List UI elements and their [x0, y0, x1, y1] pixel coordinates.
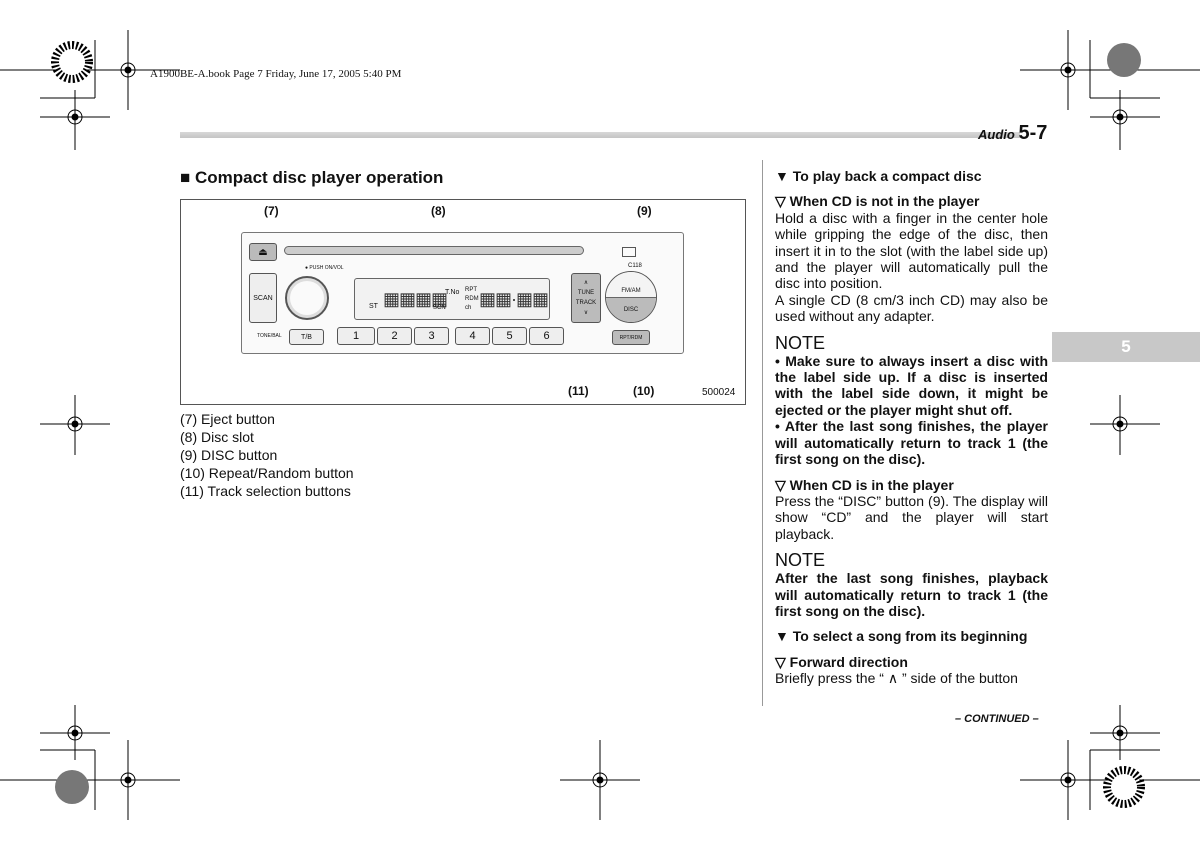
paragraph-forward: Briefly press the “ ∧ ” side of the butt… [775, 670, 1018, 687]
preset-3-button: 3 [414, 327, 449, 345]
callout-8: (8) [431, 204, 446, 218]
preset-1-button: 1 [337, 327, 375, 345]
display-rdm: RDM [465, 296, 479, 302]
heading-not-in-player: ▽ When CD is not in the player [775, 193, 980, 210]
heading-in-player: ▽ When CD is in the player [775, 476, 954, 493]
section-heading: ■ Compact disc player operation [180, 168, 444, 187]
eject-button: ⏏ [249, 243, 277, 261]
page-number: 5-7 [1018, 122, 1048, 144]
disc-button: DISC [606, 297, 656, 322]
radio-unit: ⏏ C118 ● PUSH ON/VOL SCAN ST ▦▦▦▦ T.No S… [241, 232, 684, 354]
display-ch: ch [465, 305, 472, 311]
model-label: C118 [628, 263, 642, 269]
right-column: ▼ To play back a compact disc ▽ When CD … [775, 168, 1048, 687]
display-st: ST [369, 303, 378, 310]
column-divider [762, 160, 763, 706]
down-chevron-icon: ∨ [583, 310, 589, 316]
figure-captions: (7) Eject button (8) Disc slot (9) DISC … [180, 410, 354, 500]
preset-2-button: 2 [377, 327, 412, 345]
fmam-label: FM/AM [606, 272, 656, 297]
volume-knob [285, 276, 329, 320]
heading-forward: ▽ Forward direction [775, 653, 908, 670]
rpt-rdm-button: RPT/RDM [612, 330, 650, 345]
preset-6-button: 6 [529, 327, 564, 345]
display-scn: SCN [433, 305, 446, 311]
note-playback-return: After the last song finishes, playback w… [775, 570, 1048, 619]
cd-logo [622, 247, 636, 257]
tune-track-button: ∧ TUNE TRACK ∨ [571, 273, 601, 323]
tone-bal-label: TONE/BAL [257, 333, 282, 339]
tune-label: TUNE [577, 290, 595, 296]
tb-button: T/B [289, 329, 324, 345]
caption-7: (7) Eject button [180, 411, 275, 427]
section-title: Audio [978, 127, 1015, 142]
heading-play-back: ▼ To play back a compact disc [775, 168, 982, 184]
paragraph-insert-disc: Hold a disc with a finger in the center … [775, 209, 1048, 292]
fmam-disc-button: FM/AM DISC [605, 271, 657, 323]
paragraph-press-disc: Press the “DISC” button (9). The display… [775, 492, 1048, 542]
header-bar [180, 132, 1020, 138]
callout-10: (10) [633, 384, 655, 398]
heading-select-song: ▼ To select a song from its beginning [775, 628, 1028, 645]
track-label: TRACK [575, 300, 597, 306]
caption-11: (11) Track selection buttons [180, 483, 351, 499]
note-label-side: • Make sure to always insert a disc with… [775, 352, 1048, 418]
display-clock: ▦▦·▦▦ [479, 289, 549, 309]
caption-8: (8) Disc slot [180, 429, 254, 445]
callout-7: (7) [264, 204, 279, 218]
book-info-line: A1900BE-A.book Page 7 Friday, June 17, 2… [150, 68, 402, 80]
callout-11: (11) [568, 384, 589, 398]
display-rpt: RPT [465, 287, 477, 293]
disc-slot [284, 246, 584, 255]
paragraph-single-cd: A single CD (8 cm/3 inch CD) may also be… [775, 291, 1048, 325]
push-label: ● PUSH ON/VOL [305, 265, 344, 271]
radio-figure: (7) (8) (9) (11) (10) 500024 ⏏ C118 ● PU… [180, 199, 746, 405]
callout-9: (9) [637, 204, 652, 218]
page-header: Audio 5-7 [978, 122, 1047, 145]
scan-button: SCAN [249, 273, 277, 323]
chapter-tab: 5 [1052, 332, 1200, 362]
up-chevron-icon: ∧ [583, 280, 589, 286]
note-last-song: • After the last song finishes, the play… [775, 418, 1048, 468]
note-heading-2: NOTE [775, 550, 826, 571]
caption-10: (10) Repeat/Random button [180, 465, 354, 481]
figure-id: 500024 [702, 387, 736, 398]
note-heading: NOTE [775, 332, 826, 353]
continued-label: – CONTINUED – [955, 713, 1039, 725]
display-tno: T.No [445, 289, 460, 296]
preset-4-button: 4 [455, 327, 490, 345]
preset-5-button: 5 [492, 327, 527, 345]
caption-9: (9) DISC button [180, 447, 278, 463]
display-panel: ST ▦▦▦▦ T.No SCN RPT RDM ch ▦▦·▦▦ [354, 278, 550, 320]
